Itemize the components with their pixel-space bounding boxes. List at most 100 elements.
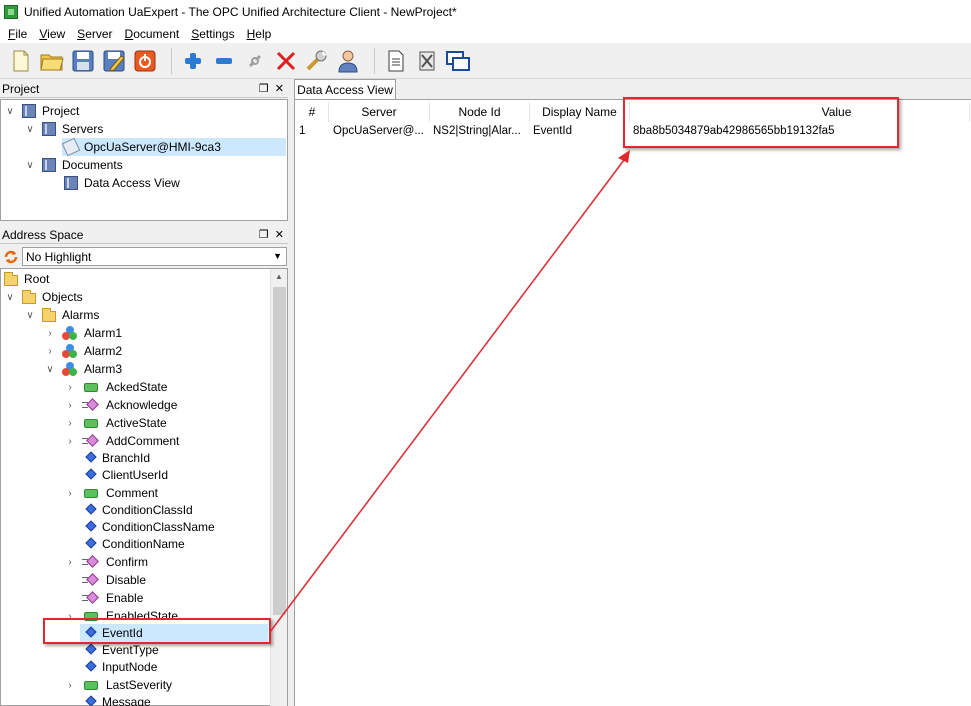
property-icon	[85, 451, 97, 465]
tree-item-condition-class-name[interactable]: ConditionClassName	[85, 518, 215, 536]
menu-settings[interactable]: Settings	[185, 27, 240, 41]
save-project-icon[interactable]	[70, 48, 96, 74]
tree-item-client-user-id[interactable]: ClientUserId	[85, 466, 169, 484]
tree-item-label: Enable	[106, 591, 144, 605]
tree-item-alarm2[interactable]: › Alarm2	[44, 342, 122, 360]
variable-icon	[82, 380, 100, 394]
tree-item-label: ConditionName	[102, 537, 185, 551]
tree-item-comment[interactable]: › Comment	[64, 484, 158, 502]
chevron-down-icon[interactable]: ∨	[24, 160, 36, 171]
folder-icon	[22, 289, 36, 304]
float-pane-icon[interactable]: ❐	[259, 228, 269, 241]
close-pane-icon[interactable]: ✕	[275, 82, 284, 95]
menu-document[interactable]: Document	[119, 27, 186, 41]
tree-item-enable[interactable]: Enable	[82, 589, 143, 607]
power-icon[interactable]	[132, 48, 158, 74]
tree-item-active-state[interactable]: › ActiveState	[64, 414, 166, 432]
add-server-icon[interactable]	[180, 48, 206, 74]
close-pane-icon[interactable]: ✕	[275, 228, 284, 241]
user-icon[interactable]	[335, 48, 361, 74]
tree-item-label: Servers	[62, 122, 104, 136]
cell-server[interactable]: OpcUaServer@...	[333, 122, 427, 140]
cell-num[interactable]: 1	[299, 122, 327, 140]
column-header-display-name[interactable]: Display Name	[530, 102, 630, 122]
chevron-down-icon[interactable]: ∨	[4, 292, 16, 303]
add-document-icon[interactable]	[383, 48, 409, 74]
tree-item-objects[interactable]: ∨ Objects	[4, 288, 83, 306]
chevron-right-icon[interactable]: ›	[64, 557, 76, 568]
chevron-down-icon[interactable]: ∨	[24, 124, 36, 135]
tree-item-message[interactable]: Message	[85, 693, 151, 706]
float-pane-icon[interactable]: ❐	[259, 82, 269, 95]
tree-item-last-severity[interactable]: › LastSeverity	[64, 676, 172, 694]
tree-item-label: InputNode	[102, 660, 158, 674]
settings-icon[interactable]	[304, 48, 330, 74]
chevron-right-icon[interactable]: ›	[64, 436, 76, 447]
cell-display-name[interactable]: EventId	[533, 122, 629, 140]
tree-item-label: Message	[102, 695, 151, 706]
chevron-down-icon[interactable]: ∨	[44, 364, 56, 375]
scroll-up-icon[interactable]: ▲	[275, 272, 283, 281]
chevron-down-icon[interactable]: ∨	[4, 106, 16, 117]
chevron-right-icon[interactable]: ›	[44, 346, 56, 357]
toolbar-separator	[374, 47, 375, 74]
open-project-icon[interactable]	[39, 48, 65, 74]
chevron-right-icon[interactable]: ›	[64, 680, 76, 691]
refresh-icon[interactable]	[3, 249, 19, 265]
remove-server-icon[interactable]	[211, 48, 237, 74]
chevron-right-icon[interactable]: ›	[44, 328, 56, 339]
address-space-scrollbar[interactable]: ▲	[270, 269, 287, 706]
tree-item-alarm3[interactable]: ∨ Alarm3	[44, 360, 122, 378]
tab-label: Data Access View	[297, 82, 393, 97]
chevron-right-icon[interactable]: ›	[64, 400, 76, 411]
highlight-select[interactable]: No Highlight ▼	[22, 247, 287, 266]
object-icon	[62, 362, 78, 376]
chevron-right-icon[interactable]: ›	[64, 418, 76, 429]
tree-item-acked-state[interactable]: › AckedState	[64, 378, 167, 396]
tree-item-data-access-view[interactable]: Data Access View	[64, 174, 180, 192]
tree-item-label: ClientUserId	[102, 468, 169, 482]
tree-item-alarms[interactable]: ∨ Alarms	[24, 306, 99, 324]
tree-item-condition-class-id[interactable]: ConditionClassId	[85, 501, 193, 519]
tab-data-access-view[interactable]: Data Access View	[294, 79, 396, 99]
variable-icon	[82, 486, 100, 500]
tree-item-disable[interactable]: Disable	[82, 571, 146, 589]
tree-item-root[interactable]: Root	[4, 270, 49, 288]
tree-item-servers[interactable]: ∨ Servers	[24, 120, 103, 138]
folder-icon	[4, 271, 18, 286]
tree-item-acknowledge[interactable]: › Acknowledge	[64, 396, 177, 414]
chevron-right-icon[interactable]: ›	[64, 382, 76, 393]
variable-icon	[82, 416, 100, 430]
disconnect-icon[interactable]	[273, 48, 299, 74]
tree-item-documents[interactable]: ∨ Documents	[24, 156, 123, 174]
tree-item-project[interactable]: ∨ Project	[4, 102, 79, 120]
scrollbar-thumb[interactable]	[273, 287, 286, 615]
tree-item-label: Objects	[42, 290, 83, 304]
project-pane-header: Project ❐ ✕	[0, 80, 288, 98]
remove-document-icon[interactable]	[414, 48, 440, 74]
window-icon[interactable]	[445, 48, 471, 74]
tree-item-branch-id[interactable]: BranchId	[85, 449, 150, 467]
column-header-node-id[interactable]: Node Id	[430, 102, 530, 122]
cell-node-id[interactable]: NS2|String|Alar...	[433, 122, 529, 140]
menu-file[interactable]: File	[2, 27, 33, 41]
tree-item-label: Alarms	[62, 308, 100, 322]
menu-help[interactable]: Help	[241, 27, 278, 41]
tree-item-add-comment[interactable]: › AddComment	[64, 432, 179, 450]
menu-view[interactable]: View	[33, 27, 71, 41]
connect-icon[interactable]	[242, 48, 268, 74]
tree-item-input-node[interactable]: InputNode	[85, 658, 158, 676]
tree-item-server[interactable]: OpcUaServer@HMI-9ca3	[61, 137, 286, 157]
menu-server[interactable]: Server	[71, 27, 118, 41]
save-as-icon[interactable]	[101, 48, 127, 74]
chevron-down-icon[interactable]: ∨	[24, 310, 36, 321]
tree-item-alarm1[interactable]: › Alarm1	[44, 324, 122, 342]
data-access-view-panel	[294, 99, 971, 706]
new-project-icon[interactable]	[8, 48, 34, 74]
tree-item-condition-name[interactable]: ConditionName	[85, 535, 185, 553]
column-header-num[interactable]: #	[296, 102, 329, 122]
property-icon	[85, 695, 97, 706]
chevron-right-icon[interactable]: ›	[64, 488, 76, 499]
tree-item-confirm[interactable]: › Confirm	[64, 553, 148, 571]
column-header-server[interactable]: Server	[329, 102, 430, 122]
